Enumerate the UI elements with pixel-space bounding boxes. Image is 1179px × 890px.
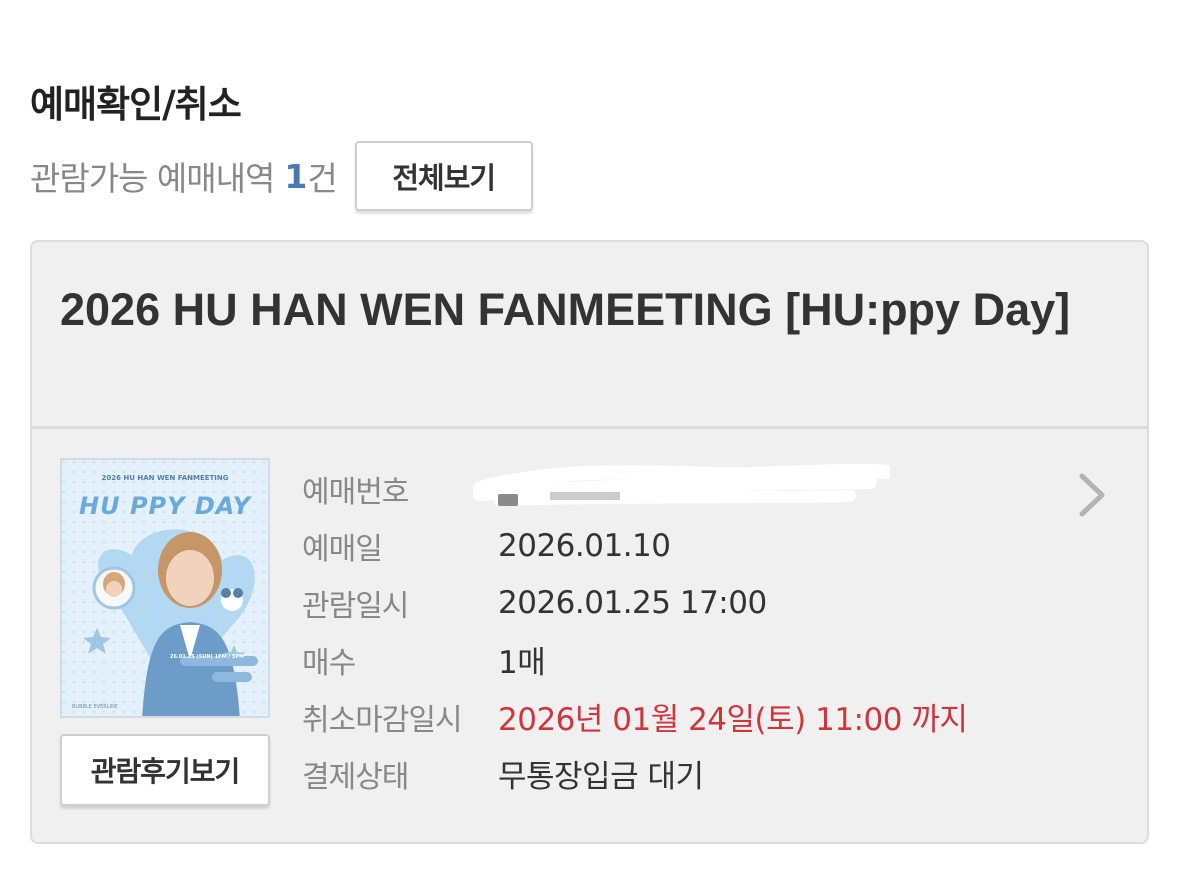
- detail-row-payment-status: 결제상태 무통장입금 대기: [302, 745, 1062, 802]
- detail-label: 매수: [302, 645, 356, 681]
- detail-label: 결제상태: [302, 759, 409, 795]
- detail-row-performance-datetime: 관람일시 2026.01.25 17:00: [302, 574, 1062, 631]
- detail-label: 예매번호: [302, 474, 409, 510]
- ticket-count-value: 1매: [498, 645, 546, 681]
- detail-label: 취소마감일시: [302, 702, 463, 738]
- payment-status-value: 무통장입금 대기: [498, 759, 704, 795]
- detail-label: 예매일: [302, 531, 383, 567]
- booking-page: 예매확인/취소 관람가능 예매내역 1 건 전체보기 2026 HU HAN W…: [0, 0, 1179, 890]
- detail-row-cancel-deadline: 취소마감일시 2026년 01월 24일(토) 11:00 까지: [302, 688, 1062, 745]
- chevron-right-icon[interactable]: [1072, 470, 1112, 520]
- poster-top-text: 2026 HU HAN WEN FANMEETING: [101, 474, 229, 482]
- summary-count: 1: [284, 156, 308, 196]
- poster-footer-text: BUBBLE EVERLINE: [72, 704, 118, 710]
- detail-row-ticket-count: 매수 1매: [302, 631, 1062, 688]
- view-reviews-button[interactable]: 관람후기보기: [60, 734, 270, 806]
- booking-summary: 관람가능 예매내역 1 건 전체보기: [30, 140, 533, 212]
- page-title: 예매확인/취소: [30, 83, 242, 126]
- card-divider: [32, 426, 1147, 429]
- performance-datetime-value: 2026.01.25 17:00: [498, 584, 767, 621]
- detail-label: 관람일시: [302, 588, 409, 624]
- detail-row-booking-number: 예매번호: [302, 460, 1062, 517]
- redaction-scribble: [473, 463, 890, 506]
- summary-label: 관람가능 예매내역: [30, 159, 275, 198]
- cancel-deadline-value: 2026년 01월 24일(토) 11:00 까지: [498, 702, 968, 738]
- detail-row-booking-date: 예매일 2026.01.10: [302, 517, 1062, 574]
- event-poster[interactable]: 2026 HU HAN WEN FANMEETING HU PPY DAY 26…: [60, 458, 270, 718]
- event-title[interactable]: 2026 HU HAN WEN FANMEETING [HU:ppy Day]: [60, 278, 1110, 341]
- poster-logo-text: HU PPY DAY: [79, 492, 251, 520]
- booking-card[interactable]: 2026 HU HAN WEN FANMEETING [HU:ppy Day]: [30, 240, 1149, 844]
- booking-details: 예매번호 예매일 2026.01.10 관람일시 2026.01.25 17:0…: [302, 460, 1062, 802]
- view-all-button[interactable]: 전체보기: [354, 141, 533, 211]
- summary-unit: 건: [307, 159, 337, 198]
- booking-date-value: 2026.01.10: [498, 527, 671, 564]
- poster-date-text: 26.01.25 (SUN) 1PM / 5PM: [170, 654, 245, 660]
